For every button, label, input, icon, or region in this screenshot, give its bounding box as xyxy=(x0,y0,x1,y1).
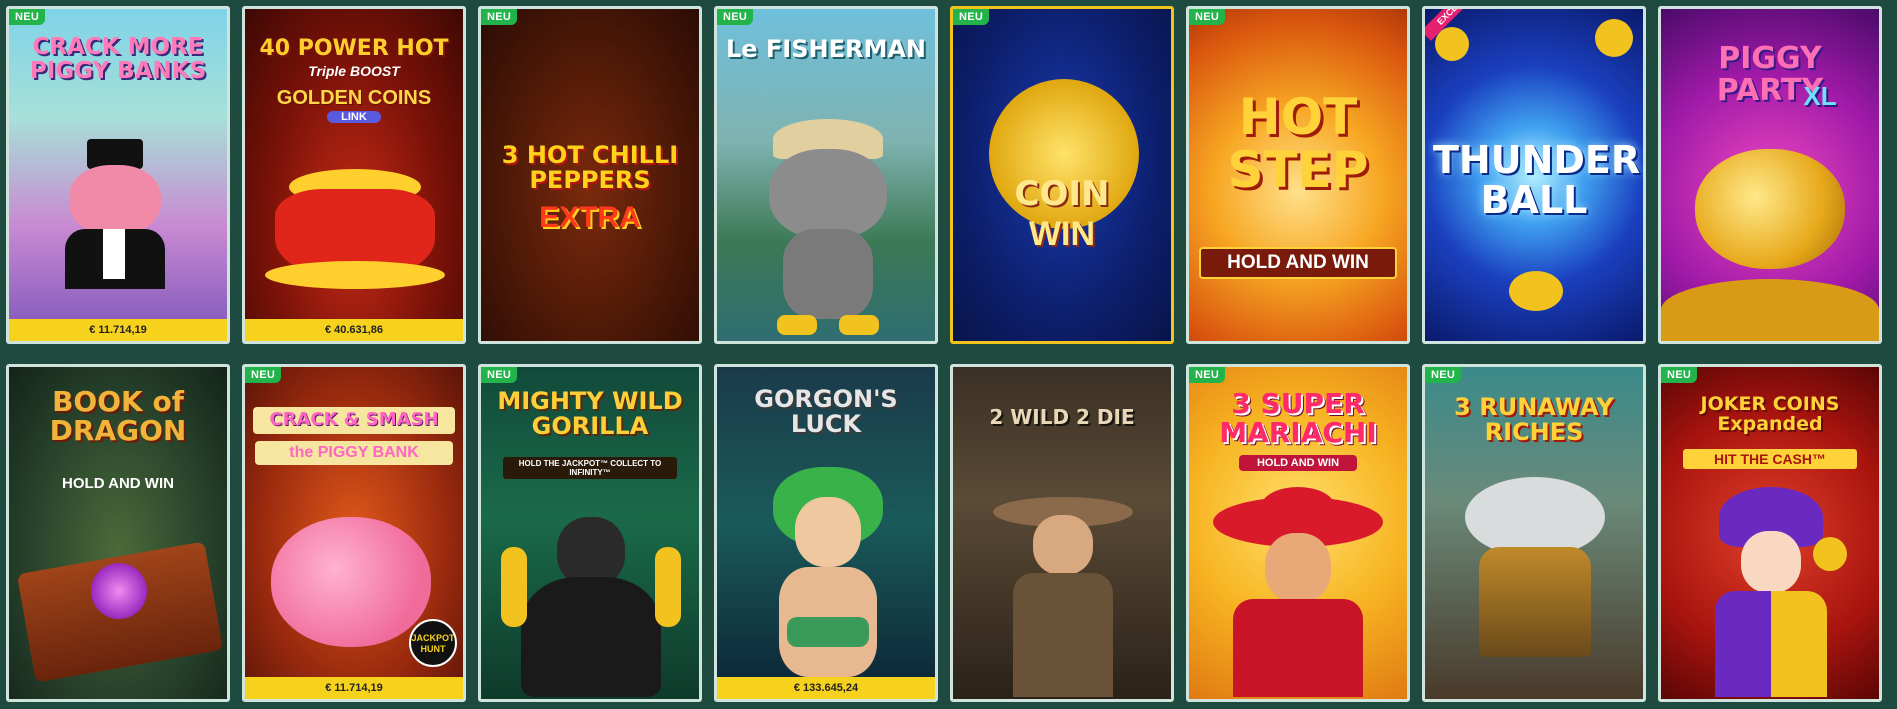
jackpot-amount: € 11.714,19 xyxy=(9,319,227,341)
jackpot-amount: € 133.645,24 xyxy=(717,677,935,699)
game-title: 40 POWER HOT xyxy=(259,36,449,61)
game-title: MIGHTY WILD GORILLA xyxy=(497,387,683,441)
game-tile-joker-coins-expanded[interactable]: NEU JOKER COINS Expanded HIT THE CASH™ xyxy=(1658,364,1882,702)
gorilla-character-icon xyxy=(501,517,681,697)
smoke-cloud-icon xyxy=(1465,477,1605,557)
new-badge: NEU xyxy=(717,9,754,25)
new-badge: NEU xyxy=(1661,367,1698,383)
cowgirl-character-icon xyxy=(993,497,1133,697)
game-subtitle: HOLD AND WIN xyxy=(1239,455,1357,471)
jackpot-amount: € 40.631,86 xyxy=(245,319,463,341)
game-title: BOOK of DRAGON xyxy=(49,385,187,448)
train-icon xyxy=(1479,547,1591,657)
game-subtitle: HOLD THE JACKPOT™ COLLECT TO INFINITY™ xyxy=(503,457,677,479)
game-subtitle: WIN xyxy=(1028,215,1096,253)
game-title: 3 RUNAWAY RICHES xyxy=(1454,393,1614,447)
game-grid: NEU CRACK MORE PIGGY BANKS € 11.714,19 4… xyxy=(0,0,1897,709)
game-tile-book-of-dragon[interactable]: BOOK of DRAGON HOLD AND WIN xyxy=(6,364,230,702)
game-title: 3 HOT CHILLI PEPPERS xyxy=(501,141,679,195)
coin-pile-icon xyxy=(1661,279,1879,341)
game-extra-title: GOLDEN COINS xyxy=(276,87,432,109)
game-title: HOT STEP xyxy=(1227,88,1369,199)
new-badge: NEU xyxy=(953,9,990,25)
new-badge: NEU xyxy=(481,9,518,25)
game-tile-le-fisherman[interactable]: NEU Le FISHERMAN xyxy=(714,6,938,344)
game-tile-thunder-ball[interactable]: EXCLUSIVE THUNDER BALL xyxy=(1422,6,1646,344)
game-tile-2-wild-2-die[interactable]: 2 WILD 2 DIE xyxy=(950,364,1174,702)
game-subtitle: EXTRA xyxy=(539,201,641,234)
jackpot-hunt-logo: JACKPOT HUNT xyxy=(409,619,457,667)
pig-character-icon xyxy=(59,139,169,289)
game-title: CRACK & SMASH xyxy=(253,407,455,434)
new-badge: NEU xyxy=(481,367,518,383)
game-tile-crack-and-smash[interactable]: NEU CRACK & SMASH the PIGGY BANK JACKPOT… xyxy=(242,364,466,702)
gem-icon xyxy=(91,563,147,619)
game-tile-3-hot-chilli-peppers[interactable]: NEU 3 HOT CHILLI PEPPERS EXTRA xyxy=(478,6,702,344)
raccoon-character-icon xyxy=(753,119,903,339)
game-title: CRACK MORE PIGGY BANKS xyxy=(29,34,207,85)
golden-piggy-icon xyxy=(1695,149,1845,269)
mariachi-character-icon xyxy=(1213,487,1383,697)
game-title: THUNDER BALL xyxy=(1433,138,1641,222)
coin-icon xyxy=(1509,271,1563,311)
game-tile-40-power-hot[interactable]: 40 POWER HOT Triple BOOST GOLDEN COINS L… xyxy=(242,6,466,344)
game-extra-label: LINK xyxy=(327,111,381,123)
cauldron-icon xyxy=(265,169,445,289)
game-tile-piggy-party-xl[interactable]: PIGGY PARTY XL xyxy=(1658,6,1882,344)
game-tile-crack-more-piggy-banks[interactable]: NEU CRACK MORE PIGGY BANKS € 11.714,19 xyxy=(6,6,230,344)
game-tile-hot-step[interactable]: NEU HOT STEP HOLD AND WIN xyxy=(1186,6,1410,344)
game-tile-coin-win[interactable]: NEU COIN WIN xyxy=(950,6,1174,344)
game-title: 2 WILD 2 DIE xyxy=(989,405,1135,429)
game-subtitle: HOLD AND WIN xyxy=(1199,247,1397,279)
new-badge: NEU xyxy=(245,367,282,383)
game-subtitle: XL xyxy=(1803,81,1837,111)
game-tile-mighty-wild-gorilla[interactable]: NEU MIGHTY WILD GORILLA HOLD THE JACKPOT… xyxy=(478,364,702,702)
joker-character-icon xyxy=(1691,487,1851,697)
new-badge: NEU xyxy=(1189,367,1226,383)
piggy-bank-icon xyxy=(271,517,431,647)
jackpot-amount: € 11.714,19 xyxy=(245,677,463,699)
new-badge: NEU xyxy=(1189,9,1226,25)
game-tile-gorgons-luck[interactable]: GORGON'S LUCK € 133.645,24 xyxy=(714,364,938,702)
coin-icon xyxy=(1595,19,1633,57)
game-title: JOKER COINS Expanded xyxy=(1700,393,1840,435)
game-title: COIN xyxy=(1014,174,1110,214)
game-subtitle: HIT THE CASH™ xyxy=(1683,449,1857,469)
game-title: Le FISHERMAN xyxy=(725,35,927,63)
game-subtitle: the PIGGY BANK xyxy=(255,441,453,465)
game-title: GORGON'S LUCK xyxy=(754,385,898,439)
new-badge: NEU xyxy=(1425,367,1462,383)
gorgon-character-icon xyxy=(753,467,903,677)
coin-icon xyxy=(1435,27,1469,61)
game-tile-3-super-mariachi[interactable]: NEU 3 SUPER MARIACHI HOLD AND WIN xyxy=(1186,364,1410,702)
game-subtitle: HOLD AND WIN xyxy=(62,475,174,492)
game-subtitle: Triple BOOST xyxy=(308,63,400,79)
new-badge: NEU xyxy=(9,9,46,25)
game-tile-3-runaway-riches[interactable]: NEU 3 RUNAWAY RICHES xyxy=(1422,364,1646,702)
game-title: 3 SUPER MARIACHI xyxy=(1219,387,1377,450)
